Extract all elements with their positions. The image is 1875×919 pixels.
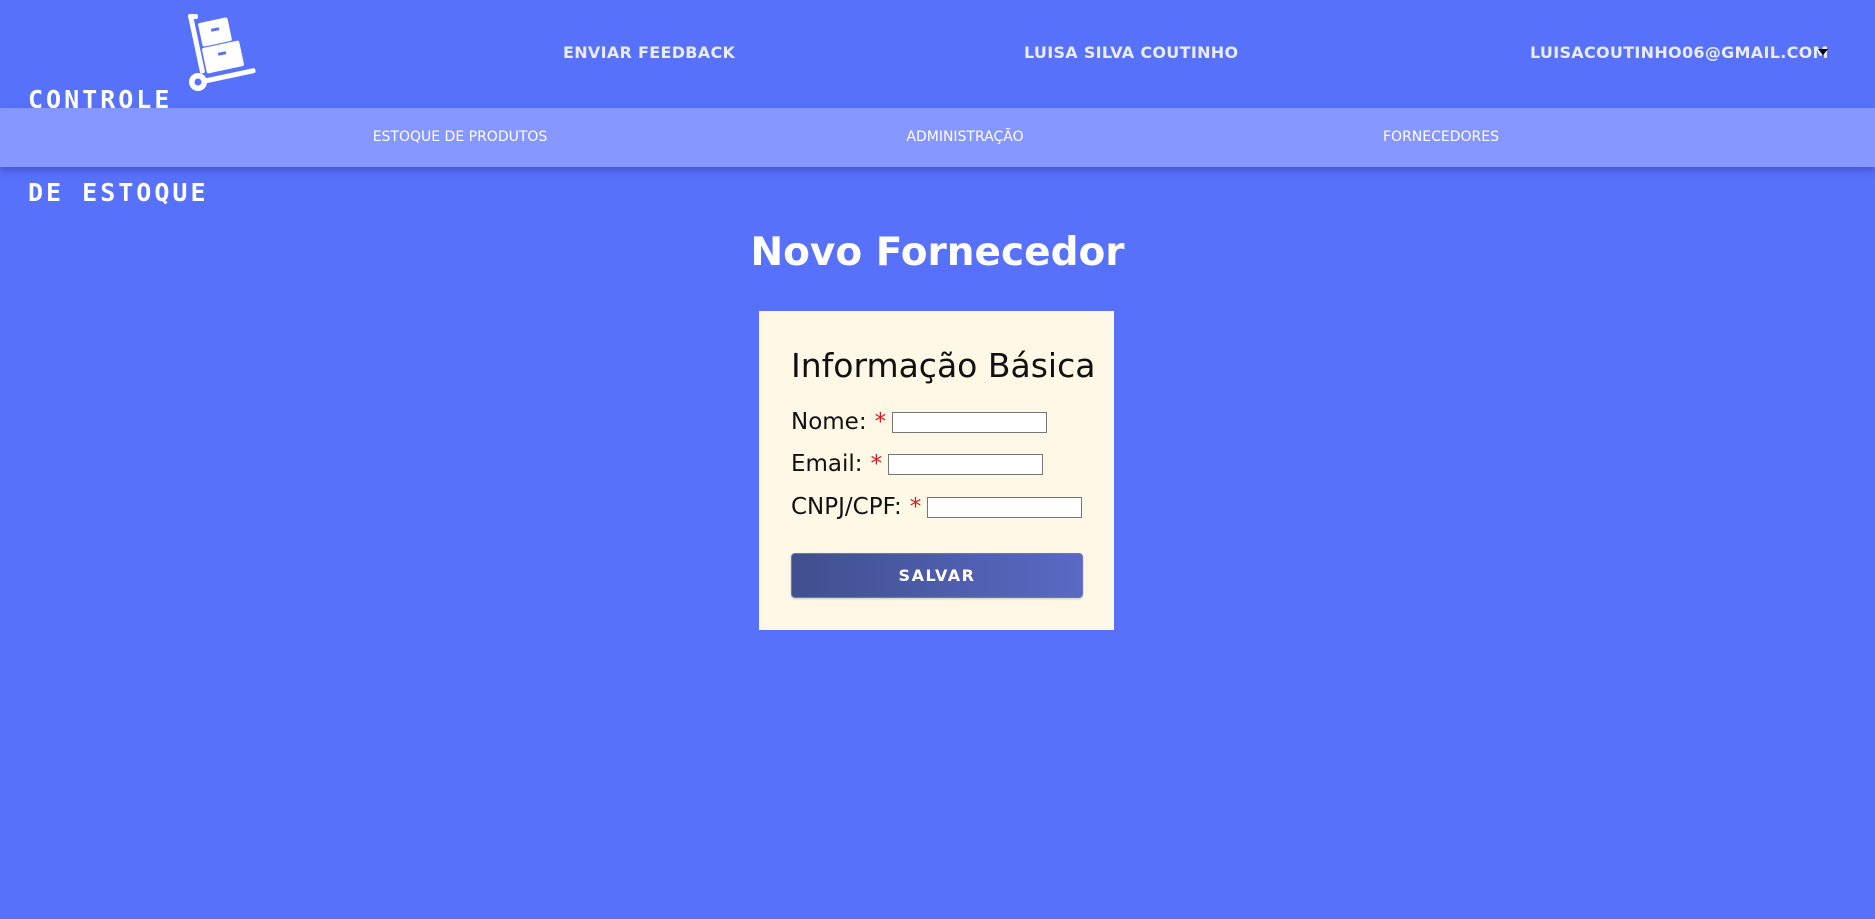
section-title: Informação Básica — [791, 346, 1096, 385]
cnpj-cpf-input[interactable] — [927, 496, 1083, 518]
name-label: Nome: — [791, 409, 867, 435]
hand-truck-boxes-icon — [188, 14, 256, 91]
user-email-menu[interactable]: LUISACOUTINHO06@GMAIL.COM — [1530, 44, 1829, 62]
nav-item-estoque-de-produtos[interactable]: ESTOQUE DE PRODUTOS — [373, 129, 548, 145]
email-input[interactable] — [888, 453, 1044, 475]
email-field-row: Email: * — [791, 451, 1044, 477]
main-nav: ESTOQUE DE PRODUTOS ADMINISTRAÇÃO FORNEC… — [0, 108, 1875, 167]
nav-item-administracao[interactable]: ADMINISTRAÇÃO — [906, 129, 1023, 145]
required-marker: * — [874, 409, 887, 435]
nav-item-fornecedores[interactable]: FORNECEDORES — [1383, 129, 1499, 145]
cnpj-cpf-label: CNPJ/CPF: — [791, 494, 902, 520]
cnpj-cpf-field-row: CNPJ/CPF: * — [791, 494, 1083, 520]
save-button[interactable]: SALVAR — [791, 553, 1083, 598]
name-field-row: Nome: * — [791, 409, 1048, 435]
required-marker: * — [909, 494, 922, 520]
caret-down-icon[interactable] — [1818, 49, 1828, 55]
app-logo[interactable]: CONTROLE DE ESTOQUE — [28, 14, 256, 207]
user-name: LUISA SILVA COUTINHO — [1024, 43, 1239, 62]
top-header: CONTROLE DE ESTOQUE ENVIAR FEEDBACK LUIS… — [0, 0, 1875, 207]
required-marker: * — [870, 451, 883, 477]
logo-text-line-2: DE ESTOQUE — [28, 178, 209, 207]
name-input[interactable] — [892, 411, 1048, 433]
page-title: Novo Fornecedor — [750, 230, 1125, 275]
send-feedback-link[interactable]: ENVIAR FEEDBACK — [563, 44, 735, 62]
email-label: Email: — [791, 451, 863, 477]
